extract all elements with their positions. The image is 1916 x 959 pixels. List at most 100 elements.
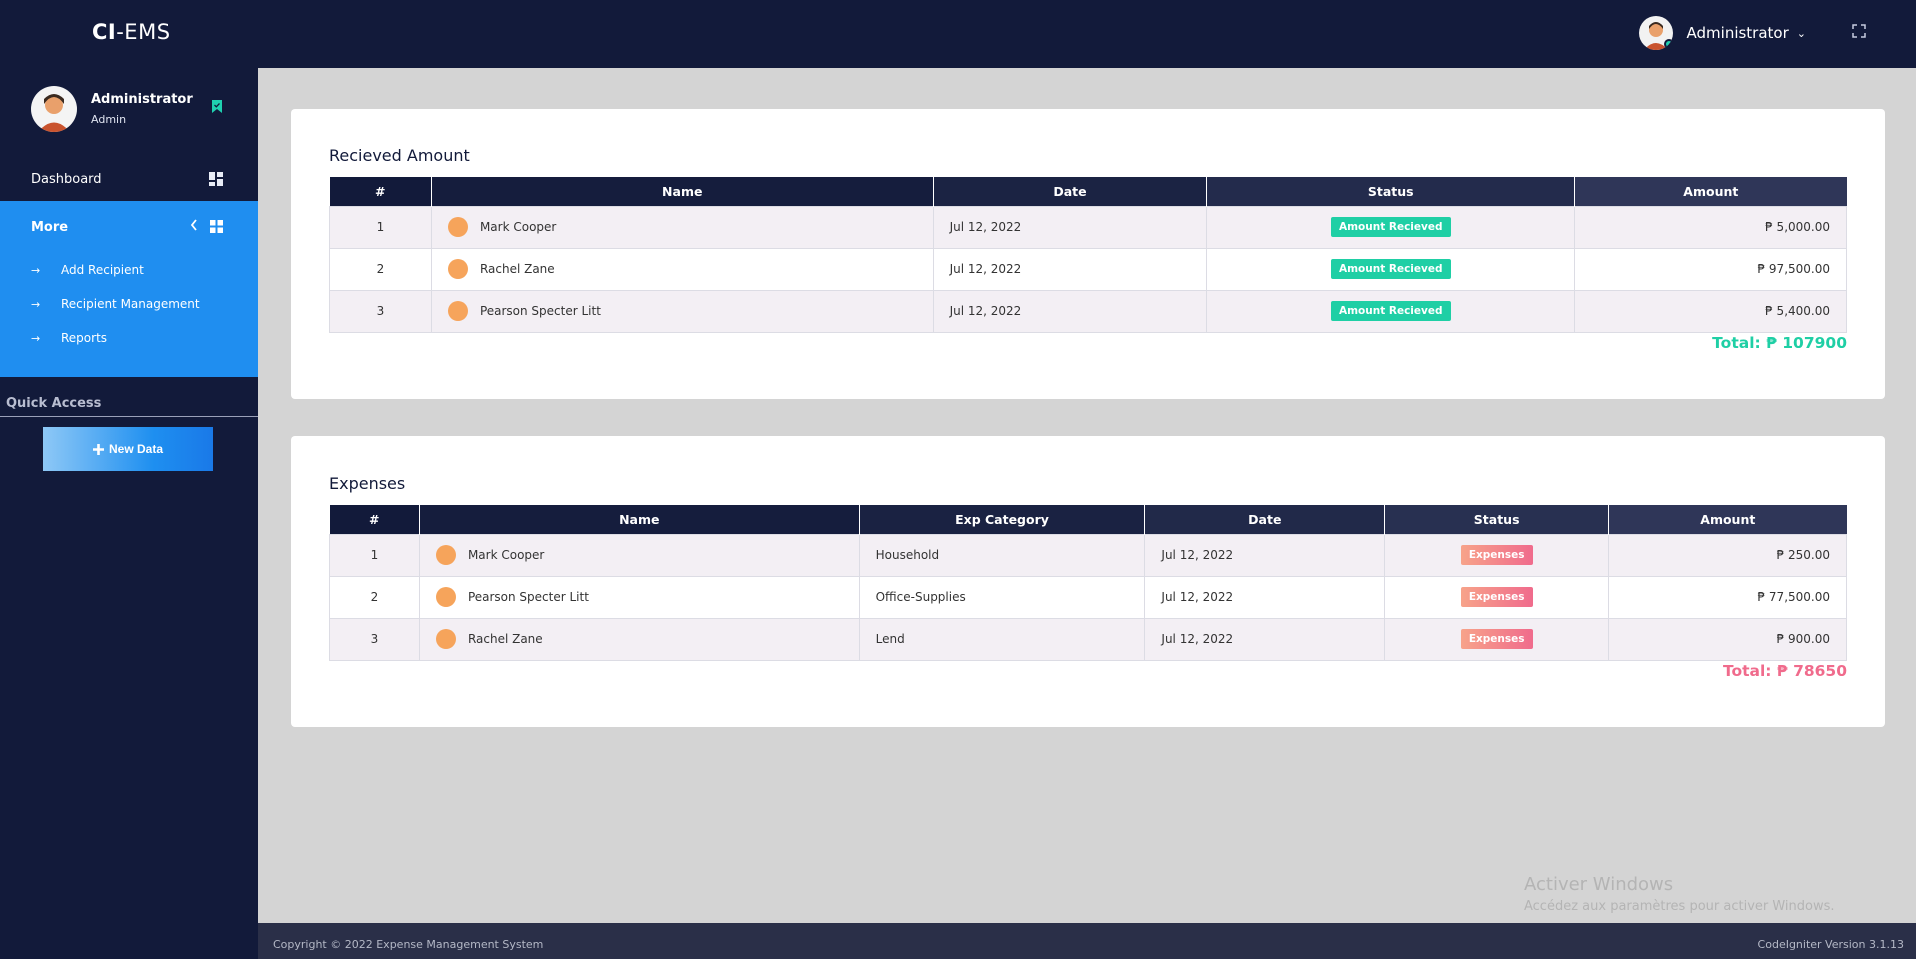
arrow-right-icon: → <box>31 263 41 277</box>
table-row: 2 Pearson Specter Litt Office-Supplies J… <box>329 575 1847 619</box>
name-cell: Pearson Specter Litt <box>430 289 934 333</box>
row-number: 3 <box>329 289 432 333</box>
date-cell: Jul 12, 2022 <box>932 205 1208 249</box>
quick-access-heading: Quick Access <box>6 396 102 411</box>
footer: Copyright © 2022 Expense Management Syst… <box>258 923 1916 959</box>
sidebar: Administrator Admin Dashboard More → Add… <box>0 68 258 959</box>
top-user-name[interactable]: Administrator <box>1687 24 1789 42</box>
name-cell: Pearson Specter Litt <box>418 575 860 619</box>
received-total: Total: ₱ 107900 <box>1712 334 1847 352</box>
avatar <box>31 86 77 132</box>
recipient-name: Pearson Specter Litt <box>479 304 601 318</box>
sidebar-item-recipient-management[interactable]: → Recipient Management <box>0 287 258 321</box>
sidebar-item-more[interactable]: More <box>0 201 258 253</box>
profile-name: Administrator <box>91 92 193 107</box>
expenses-card: Expenses # Name Exp Category Date Status… <box>291 436 1885 727</box>
table-row: 1 Mark Cooper Jul 12, 2022 Amount Reciev… <box>329 205 1847 249</box>
category-cell: Lend <box>858 617 1146 661</box>
column-header: Name <box>431 177 934 206</box>
status-cell: Expenses <box>1384 533 1610 577</box>
name-cell: Mark Cooper <box>430 205 934 249</box>
column-header: Status <box>1206 177 1576 206</box>
footer-copyright: Copyright © 2022 Expense Management Syst… <box>273 938 544 951</box>
new-data-button[interactable]: New Data <box>43 427 213 471</box>
bookmark-icon[interactable] <box>212 100 222 113</box>
status-cell: Amount Recieved <box>1206 205 1576 249</box>
sidebar-item-reports[interactable]: → Reports <box>0 321 258 355</box>
name-cell: Mark Cooper <box>418 533 860 577</box>
status-badge: Amount Recieved <box>1330 217 1451 237</box>
column-header: Date <box>933 177 1208 206</box>
status-cell: Expenses <box>1384 617 1610 661</box>
recipient-name: Mark Cooper <box>479 220 557 234</box>
divider <box>0 416 258 417</box>
table-row: 1 Mark Cooper Household Jul 12, 2022 Exp… <box>329 533 1847 577</box>
grid-icon <box>210 220 223 233</box>
recipient-name: Mark Cooper <box>467 548 545 562</box>
column-header: Amount <box>1608 505 1847 534</box>
chevron-down-icon[interactable]: ⌄ <box>1797 27 1806 40</box>
user-avatar-icon <box>447 301 468 321</box>
new-data-label: New Data <box>108 442 164 456</box>
category-cell: Household <box>858 533 1146 577</box>
row-number: 2 <box>329 247 432 291</box>
table-row: 3 Pearson Specter Litt Jul 12, 2022 Amou… <box>329 289 1847 333</box>
plus-icon <box>92 443 104 455</box>
date-cell: Jul 12, 2022 <box>1144 575 1386 619</box>
column-header: Status <box>1384 505 1610 534</box>
fullscreen-icon[interactable] <box>1852 24 1866 38</box>
row-number: 1 <box>329 205 432 249</box>
expenses-title: Expenses <box>329 474 406 493</box>
table-row: 2 Rachel Zane Jul 12, 2022 Amount Reciev… <box>329 247 1847 291</box>
arrow-right-icon: → <box>31 331 41 345</box>
received-amount-card: Recieved Amount # Name Date Status Amoun… <box>291 109 1885 399</box>
status-badge: Expenses <box>1460 587 1533 607</box>
received-table: # Name Date Status Amount 1 Mark Cooper … <box>329 177 1847 333</box>
column-header: Exp Category <box>859 505 1146 534</box>
windows-activation-watermark: Activer Windows Accédez aux paramètres p… <box>1524 874 1835 914</box>
recipient-name: Rachel Zane <box>479 262 555 276</box>
user-avatar-icon <box>435 545 456 565</box>
status-badge: Amount Recieved <box>1330 259 1451 279</box>
sidebar-item-label: Add Recipient <box>61 263 144 277</box>
avatar[interactable] <box>1638 16 1673 50</box>
table-header-row: # Name Date Status Amount <box>329 177 1847 206</box>
amount-cell: ₱ 97,500.00 <box>1574 247 1847 291</box>
expenses-total: Total: ₱ 78650 <box>1722 662 1847 680</box>
sidebar-item-add-recipient[interactable]: → Add Recipient <box>0 253 258 287</box>
status-cell: Amount Recieved <box>1206 247 1576 291</box>
recipient-name: Pearson Specter Litt <box>467 590 589 604</box>
online-status-icon <box>1663 39 1673 49</box>
table-header-row: # Name Exp Category Date Status Amount <box>329 505 1847 534</box>
footer-version: CodeIgniter Version 3.1.13 <box>1757 938 1904 951</box>
amount-cell: ₱ 250.00 <box>1608 533 1847 577</box>
sidebar-item-label: Reports <box>61 331 108 345</box>
arrow-right-icon: → <box>31 297 41 311</box>
sidebar-item-label: More <box>31 219 69 235</box>
user-avatar-icon <box>447 217 468 237</box>
expenses-table: # Name Exp Category Date Status Amount 1… <box>329 505 1847 661</box>
column-header: # <box>329 505 420 534</box>
status-badge: Expenses <box>1460 629 1533 649</box>
date-cell: Jul 12, 2022 <box>1144 617 1386 661</box>
category-cell: Office-Supplies <box>858 575 1146 619</box>
top-navbar: CI-EMS Administrator ⌄ <box>0 0 1916 68</box>
date-cell: Jul 12, 2022 <box>932 289 1208 333</box>
profile-role: Admin <box>91 113 127 126</box>
row-number: 1 <box>329 533 420 577</box>
status-cell: Amount Recieved <box>1206 289 1576 333</box>
status-cell: Expenses <box>1384 575 1610 619</box>
received-amount-title: Recieved Amount <box>329 146 470 165</box>
watermark-subtitle: Accédez aux paramètres pour activer Wind… <box>1524 899 1835 914</box>
table-row: 3 Rachel Zane Lend Jul 12, 2022 Expenses… <box>329 617 1847 661</box>
column-header: Date <box>1144 505 1386 534</box>
user-menu[interactable]: Administrator ⌄ <box>1638 16 1806 50</box>
amount-cell: ₱ 77,500.00 <box>1608 575 1847 619</box>
column-header: Amount <box>1574 177 1847 206</box>
app-logo[interactable]: CI-EMS <box>92 20 171 44</box>
name-cell: Rachel Zane <box>430 247 934 291</box>
column-header: # <box>329 177 432 206</box>
date-cell: Jul 12, 2022 <box>932 247 1208 291</box>
amount-cell: ₱ 900.00 <box>1608 617 1847 661</box>
sidebar-item-dashboard[interactable]: Dashboard <box>0 156 258 202</box>
